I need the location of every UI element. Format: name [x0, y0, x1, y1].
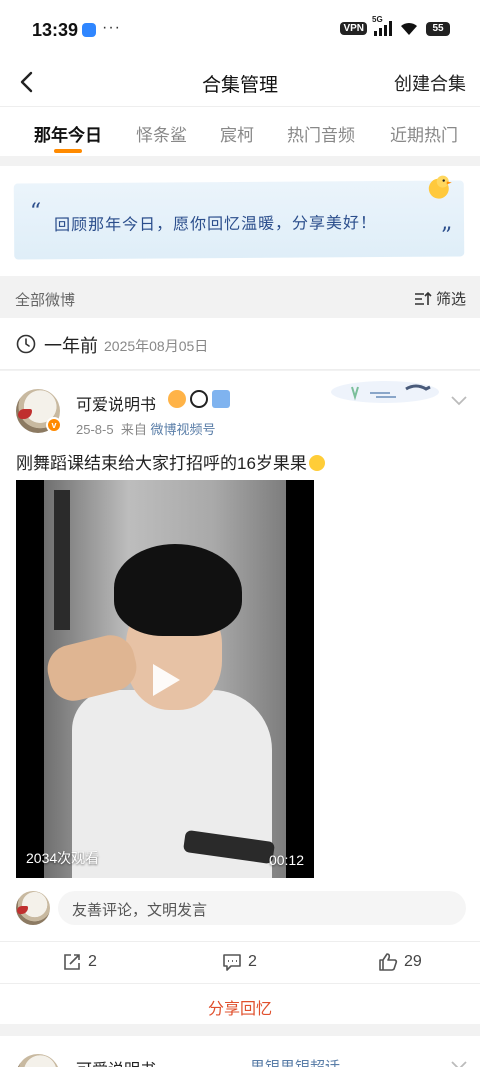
tab-collection-2[interactable]: 怿条鲨	[136, 121, 187, 146]
post-source-link[interactable]: 微博视频号	[150, 422, 215, 437]
super-topic-link[interactable]: 果银果银超话	[250, 1056, 340, 1067]
all-weibo-label: 全部微博	[15, 292, 76, 309]
date-section-header: 一年前 2025年08月05日	[0, 318, 480, 370]
crown-badge-icon	[168, 390, 186, 408]
panda-badge-icon	[190, 390, 208, 408]
notification-app-icon	[82, 23, 96, 37]
my-avatar	[16, 891, 50, 925]
absolute-date: 2025年08月05日	[104, 338, 209, 354]
video-view-count: 2034次观看	[26, 850, 100, 866]
status-indicators: VPN 5G 55	[340, 15, 450, 36]
like-count: 29	[404, 953, 422, 970]
video-duration: 00:12	[268, 852, 304, 868]
post-date: 25-8-5	[76, 422, 114, 437]
more-notifications-icon: ···	[102, 19, 121, 36]
status-bar: 13:39 ··· VPN 5G 55	[0, 0, 480, 60]
user-badges	[168, 390, 230, 408]
tab-recent-hot[interactable]: 近期热门	[390, 121, 458, 146]
clock-icon	[16, 334, 36, 354]
comment-button[interactable]: 2	[222, 952, 257, 972]
create-collection-button[interactable]: 创建合集	[394, 70, 466, 96]
sort-filter-icon	[414, 291, 432, 305]
repost-icon	[64, 954, 80, 970]
tab-hot-audio[interactable]: 热门音频	[287, 121, 355, 146]
tab-collection-3[interactable]: 宸柯	[220, 121, 254, 146]
repost-button[interactable]: 2	[62, 952, 97, 972]
active-tab-indicator	[54, 149, 82, 153]
repost-count: 2	[88, 953, 97, 970]
decorative-birds-icon	[331, 381, 439, 403]
comment-row: 友善评论，文明发言	[0, 889, 480, 929]
avatar[interactable]	[16, 1054, 60, 1067]
wifi-icon	[401, 22, 417, 35]
source-prefix: 来自	[120, 422, 147, 437]
filter-bar: 全部微博 筛选	[0, 276, 480, 318]
verified-badge-icon: v	[46, 417, 62, 433]
member-badge-icon	[212, 390, 230, 408]
post-text: 刚舞蹈课结束给大家打招呼的16岁果果	[16, 449, 325, 474]
banner-text: 回顾那年今日，愿你回忆温暖，分享美好！	[53, 215, 378, 235]
relative-date: 一年前	[44, 336, 98, 356]
comment-icon	[223, 954, 241, 971]
comment-count: 2	[248, 953, 257, 970]
post-username[interactable]: 可爱说明书	[76, 1056, 156, 1067]
banner-section: “ 回顾那年今日，愿你回忆温暖，分享美好！ ”	[0, 166, 480, 276]
cellular-signal-icon: 5G	[372, 15, 392, 36]
like-button[interactable]: 29	[378, 952, 422, 972]
quote-open-icon: “	[29, 199, 42, 225]
chevron-down-icon[interactable]	[450, 393, 468, 407]
post-username[interactable]: 可爱说明书	[76, 391, 156, 415]
share-memory-button[interactable]: 分享回忆	[0, 983, 480, 1024]
post-actions: 2 2 29	[0, 941, 480, 983]
vpn-icon: VPN	[340, 22, 367, 35]
tab-that-year-today[interactable]: 那年今日	[34, 121, 102, 146]
status-time: 13:39	[32, 20, 79, 40]
filter-button[interactable]: 筛选	[414, 288, 466, 309]
memory-banner: “ 回顾那年今日，愿你回忆温暖，分享美好！ ”	[13, 175, 465, 260]
post-meta: 25-8-5 来自 微博视频号	[76, 419, 215, 438]
video-player[interactable]: 2034次观看 00:12	[16, 480, 314, 878]
weibo-post: v 可爱说明书 25-8-5 来自 微博视频号 刚舞蹈课结束给大家打招呼的16岁…	[0, 371, 480, 1024]
network-type-label: 5G	[372, 15, 383, 24]
quote-close-icon: ”	[440, 223, 453, 249]
filter-label: 筛选	[435, 291, 466, 308]
duck-sticker-icon	[428, 175, 452, 199]
next-weibo-post: 可爱说明书 果银果银超话	[0, 1036, 480, 1067]
smile-emoji-icon	[308, 455, 325, 471]
battery-icon: 55	[426, 21, 450, 36]
thumbs-up-icon	[379, 953, 398, 971]
navigation-bar: 合集管理 创建合集	[0, 60, 480, 106]
comment-input[interactable]: 友善评论，文明发言	[58, 891, 466, 925]
chevron-down-icon[interactable]	[450, 1058, 468, 1067]
post-text-content: 刚舞蹈课结束给大家打招呼的16岁果果	[16, 454, 307, 473]
chevron-left-icon[interactable]	[16, 70, 40, 94]
play-icon[interactable]	[150, 662, 182, 698]
